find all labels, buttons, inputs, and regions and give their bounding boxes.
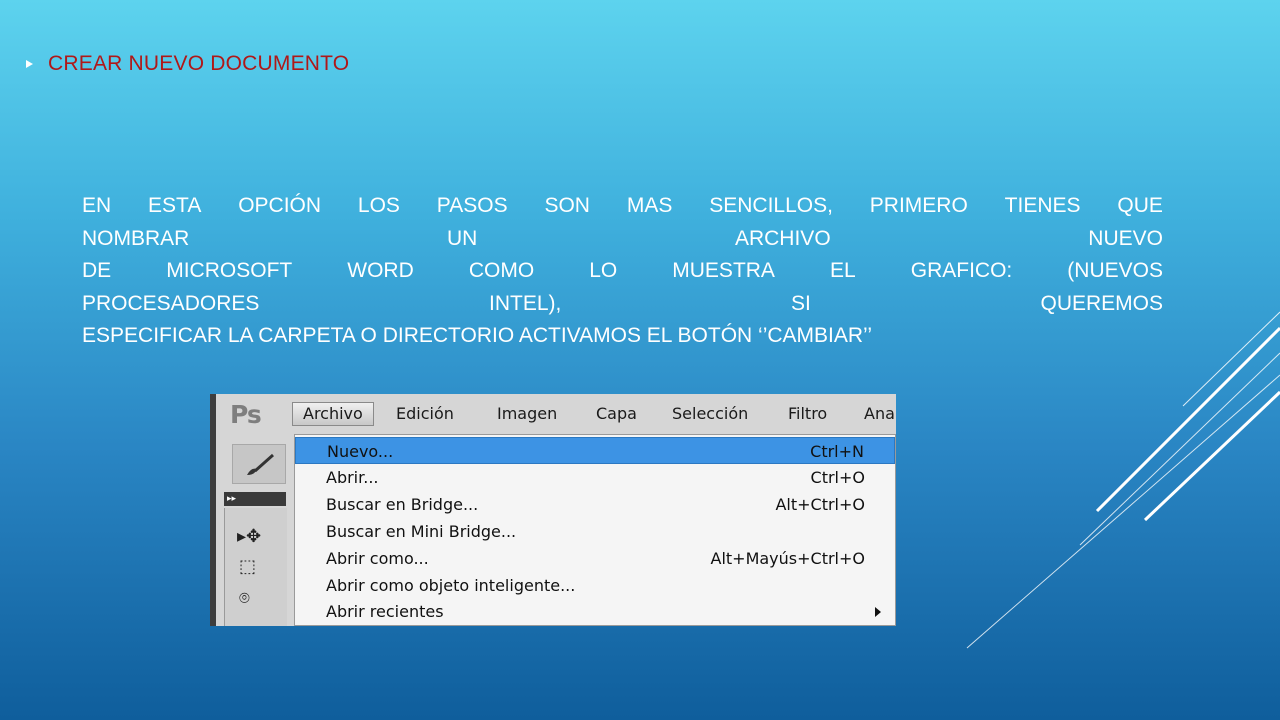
menu-item-label: Buscar en Mini Bridge... bbox=[326, 522, 517, 541]
archivo-dropdown-menu: Nuevo... Ctrl+N Abrir... Ctrl+O Buscar e… bbox=[294, 434, 896, 626]
tools-panel: ▸▸ ▸✥ ⬚ ⌾ bbox=[224, 440, 287, 626]
lasso-tool-icon[interactable]: ⌾ bbox=[239, 588, 250, 609]
menu-item-label: Nuevo... bbox=[327, 442, 394, 461]
menu-item-shortcut: Alt+Mayús+Ctrl+O bbox=[710, 549, 866, 568]
menu-item-abrir-como[interactable]: Abrir como... Alt+Mayús+Ctrl+O bbox=[295, 545, 895, 572]
menu-filtro[interactable]: Filtro bbox=[778, 402, 837, 426]
menu-item-label: Abrir como objeto inteligente... bbox=[326, 576, 576, 595]
menu-item-buscar-en-bridge[interactable]: Buscar en Bridge... Alt+Ctrl+O bbox=[295, 491, 895, 518]
menu-item-label: Buscar en Bridge... bbox=[326, 495, 479, 514]
brush-icon[interactable] bbox=[232, 444, 286, 484]
menu-edicion[interactable]: Edición bbox=[386, 402, 464, 426]
menu-item-abrir-recientes[interactable]: Abrir recientes bbox=[295, 598, 895, 625]
menu-item-shortcut: Alt+Ctrl+O bbox=[775, 495, 865, 514]
menu-item-nuevo[interactable]: Nuevo... Ctrl+N bbox=[295, 437, 895, 464]
submenu-arrow-icon bbox=[875, 607, 881, 617]
menu-analisis[interactable]: Ana bbox=[854, 402, 896, 426]
move-tool-icon[interactable]: ▸✥ bbox=[237, 526, 261, 547]
photoshop-screenshot: Ps Archivo Edición Imagen Capa Selección… bbox=[210, 394, 896, 626]
menu-seleccion[interactable]: Selección bbox=[662, 402, 758, 426]
menu-item-label: Abrir recientes bbox=[326, 602, 444, 621]
toolbar-collapse-bar[interactable]: ▸▸ bbox=[224, 492, 286, 506]
menu-imagen[interactable]: Imagen bbox=[487, 402, 567, 426]
menu-item-shortcut: Ctrl+O bbox=[810, 468, 865, 487]
menu-item-abrir[interactable]: Abrir... Ctrl+O bbox=[295, 464, 895, 491]
tool-list: ▸✥ ⬚ ⌾ bbox=[224, 508, 287, 626]
menu-item-abrir-como-objeto-inteligente[interactable]: Abrir como objeto inteligente... bbox=[295, 572, 895, 599]
menu-archivo[interactable]: Archivo bbox=[292, 402, 374, 426]
menu-item-shortcut: Ctrl+N bbox=[810, 442, 864, 461]
menu-capa[interactable]: Capa bbox=[586, 402, 647, 426]
marquee-tool-icon[interactable]: ⬚ bbox=[239, 556, 256, 577]
menu-item-label: Abrir... bbox=[326, 468, 379, 487]
menu-item-label: Abrir como... bbox=[326, 549, 429, 568]
screenshot-left-edge bbox=[210, 394, 216, 626]
menu-item-buscar-en-mini-bridge[interactable]: Buscar en Mini Bridge... bbox=[295, 518, 895, 545]
photoshop-logo: Ps bbox=[230, 400, 262, 429]
